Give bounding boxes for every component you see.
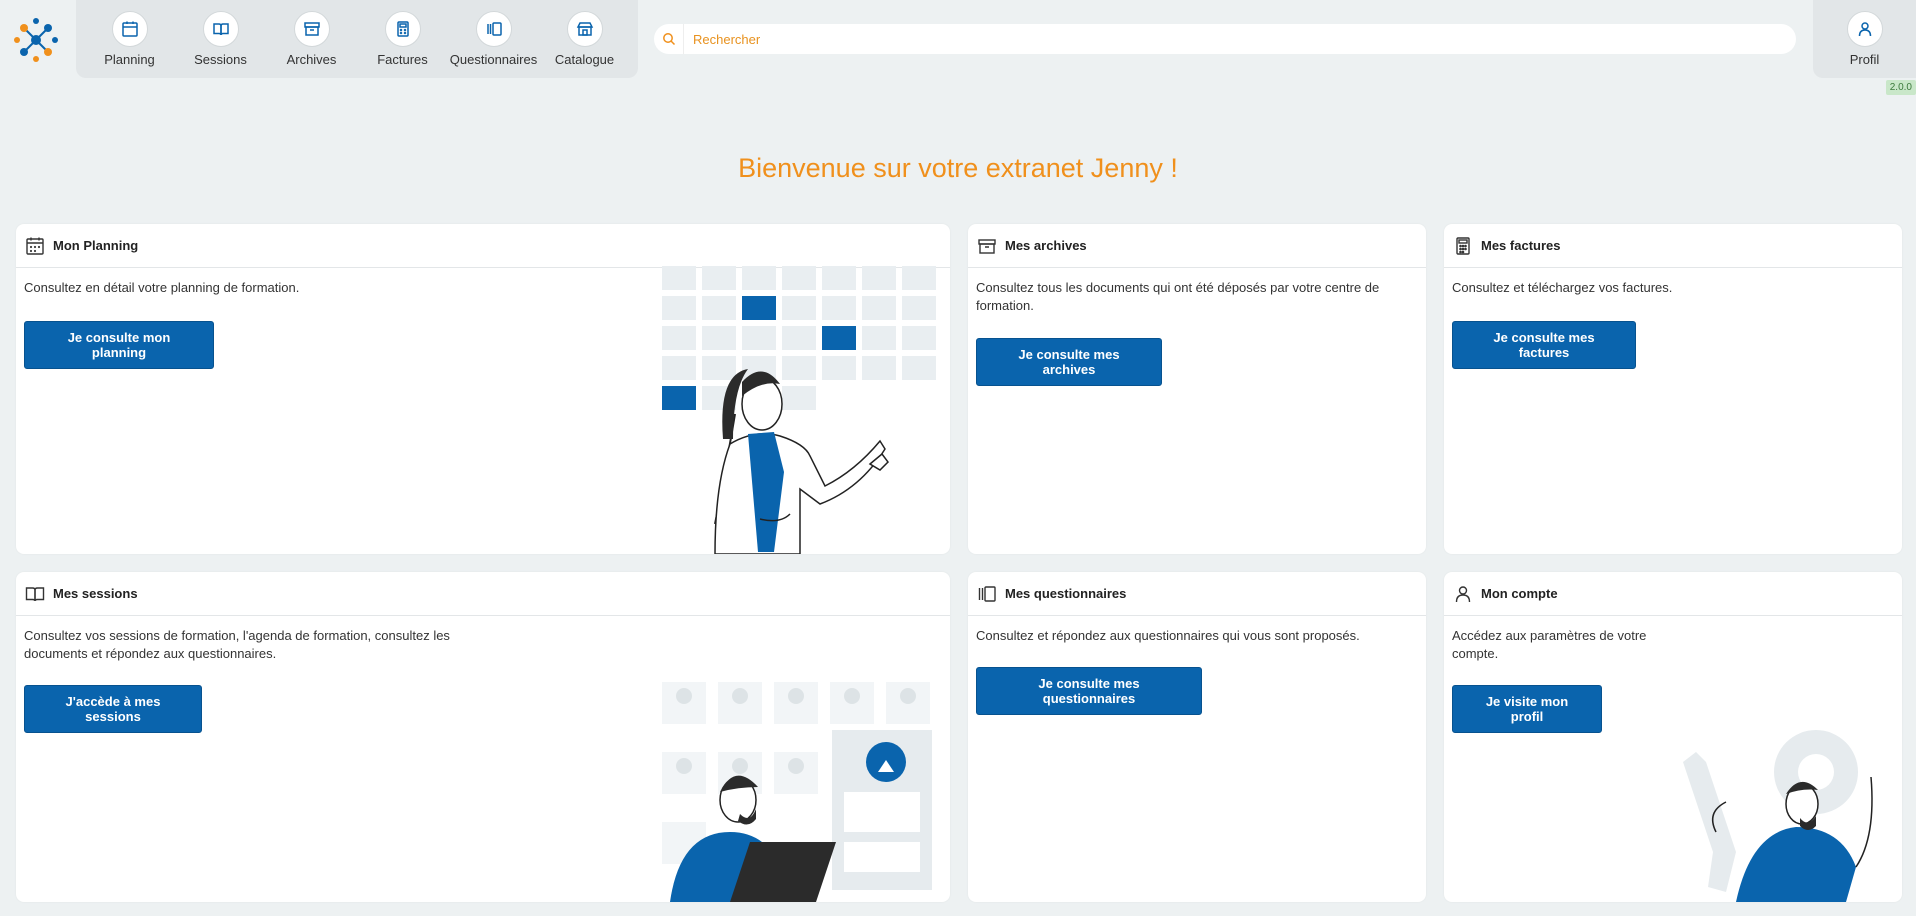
store-icon [566,11,603,47]
book-icon [25,586,45,601]
compte-illustration [1683,730,1873,902]
version-badge: 2.0.0 [1885,80,1916,95]
user-icon [1455,585,1471,602]
nav-label: Questionnaires [449,52,538,67]
consult-questionnaires-button[interactable]: Je consulte mes questionnaires [976,667,1202,715]
consult-factures-button[interactable]: Je consulte mes factures [1452,321,1636,369]
profile-menu[interactable]: Profil [1813,0,1916,78]
access-sessions-button[interactable]: J'accède à mes sessions [24,685,202,733]
app-logo[interactable] [10,14,62,66]
nav-item-questionnaires[interactable]: Questionnaires [450,11,538,67]
book-icon [202,11,239,47]
list-icon [475,11,512,47]
nav-label: Catalogue [554,52,615,67]
user-icon [1846,11,1883,47]
search-input[interactable] [684,25,1796,53]
planning-illustration [662,266,936,554]
list-icon [978,585,996,602]
calendar-icon [111,11,148,47]
archive-icon [293,11,330,47]
consult-archives-button[interactable]: Je consulte mes archives [976,338,1162,386]
nav-label: Factures [377,52,428,67]
card-header: Mes factures [1444,224,1902,268]
archive-icon [978,238,996,254]
main-nav: Planning Sessions Archives Factures Ques… [76,0,638,78]
card-header: Mes sessions [16,572,950,616]
card-questionnaires: Mes questionnaires Consultez et répondez… [968,572,1426,902]
nav-item-sessions[interactable]: Sessions [177,11,265,67]
visit-profile-button[interactable]: Je visite mon profil [1452,685,1602,733]
card-header: Mes questionnaires [968,572,1426,616]
calculator-icon [1456,236,1470,255]
card-title: Mon Planning [53,238,139,253]
nav-label: Archives [286,52,337,67]
card-description: Accédez aux paramètres de votre compte. [1452,628,1647,661]
welcome-title: Bienvenue sur votre extranet Jenny ! [738,153,1178,183]
nav-label: Sessions [194,52,247,67]
search-icon [654,24,684,54]
card-title: Mes factures [1481,238,1561,253]
sessions-illustration [662,682,932,902]
card-header: Mon compte [1444,572,1902,616]
card-planning: Mon Planning Consultez en détail votre p… [16,224,950,554]
card-archives: Mes archives Consultez tous les document… [968,224,1426,554]
nav-label: Planning [104,52,155,67]
nav-item-archives[interactable]: Archives [268,11,356,67]
card-sessions: Mes sessions Consultez vos sessions de f… [16,572,950,902]
calendar-icon [26,237,44,255]
card-description: Consultez et répondez aux questionnaires… [976,628,1360,643]
nav-item-factures[interactable]: Factures [359,11,447,67]
card-title: Mes sessions [53,586,138,601]
calculator-icon [384,11,421,47]
card-description: Consultez vos sessions de formation, l'a… [24,628,450,661]
nav-item-catalogue[interactable]: Catalogue [541,11,629,67]
card-title: Mes archives [1005,238,1087,253]
consult-planning-button[interactable]: Je consulte mon planning [24,321,214,369]
card-description: Consultez tous les documents qui ont été… [976,280,1380,313]
search-bar [654,24,1796,54]
card-title: Mon compte [1481,586,1558,601]
card-factures: Mes factures Consultez et téléchargez vo… [1444,224,1902,554]
profile-label: Profil [1849,52,1880,67]
card-compte: Mon compte Accédez aux paramètres de vot… [1444,572,1902,902]
card-description: Consultez et téléchargez vos factures. [1452,280,1673,295]
card-title: Mes questionnaires [1005,586,1127,601]
card-header: Mon Planning [16,224,950,268]
card-header: Mes archives [968,224,1426,268]
nav-item-planning[interactable]: Planning [86,11,174,67]
